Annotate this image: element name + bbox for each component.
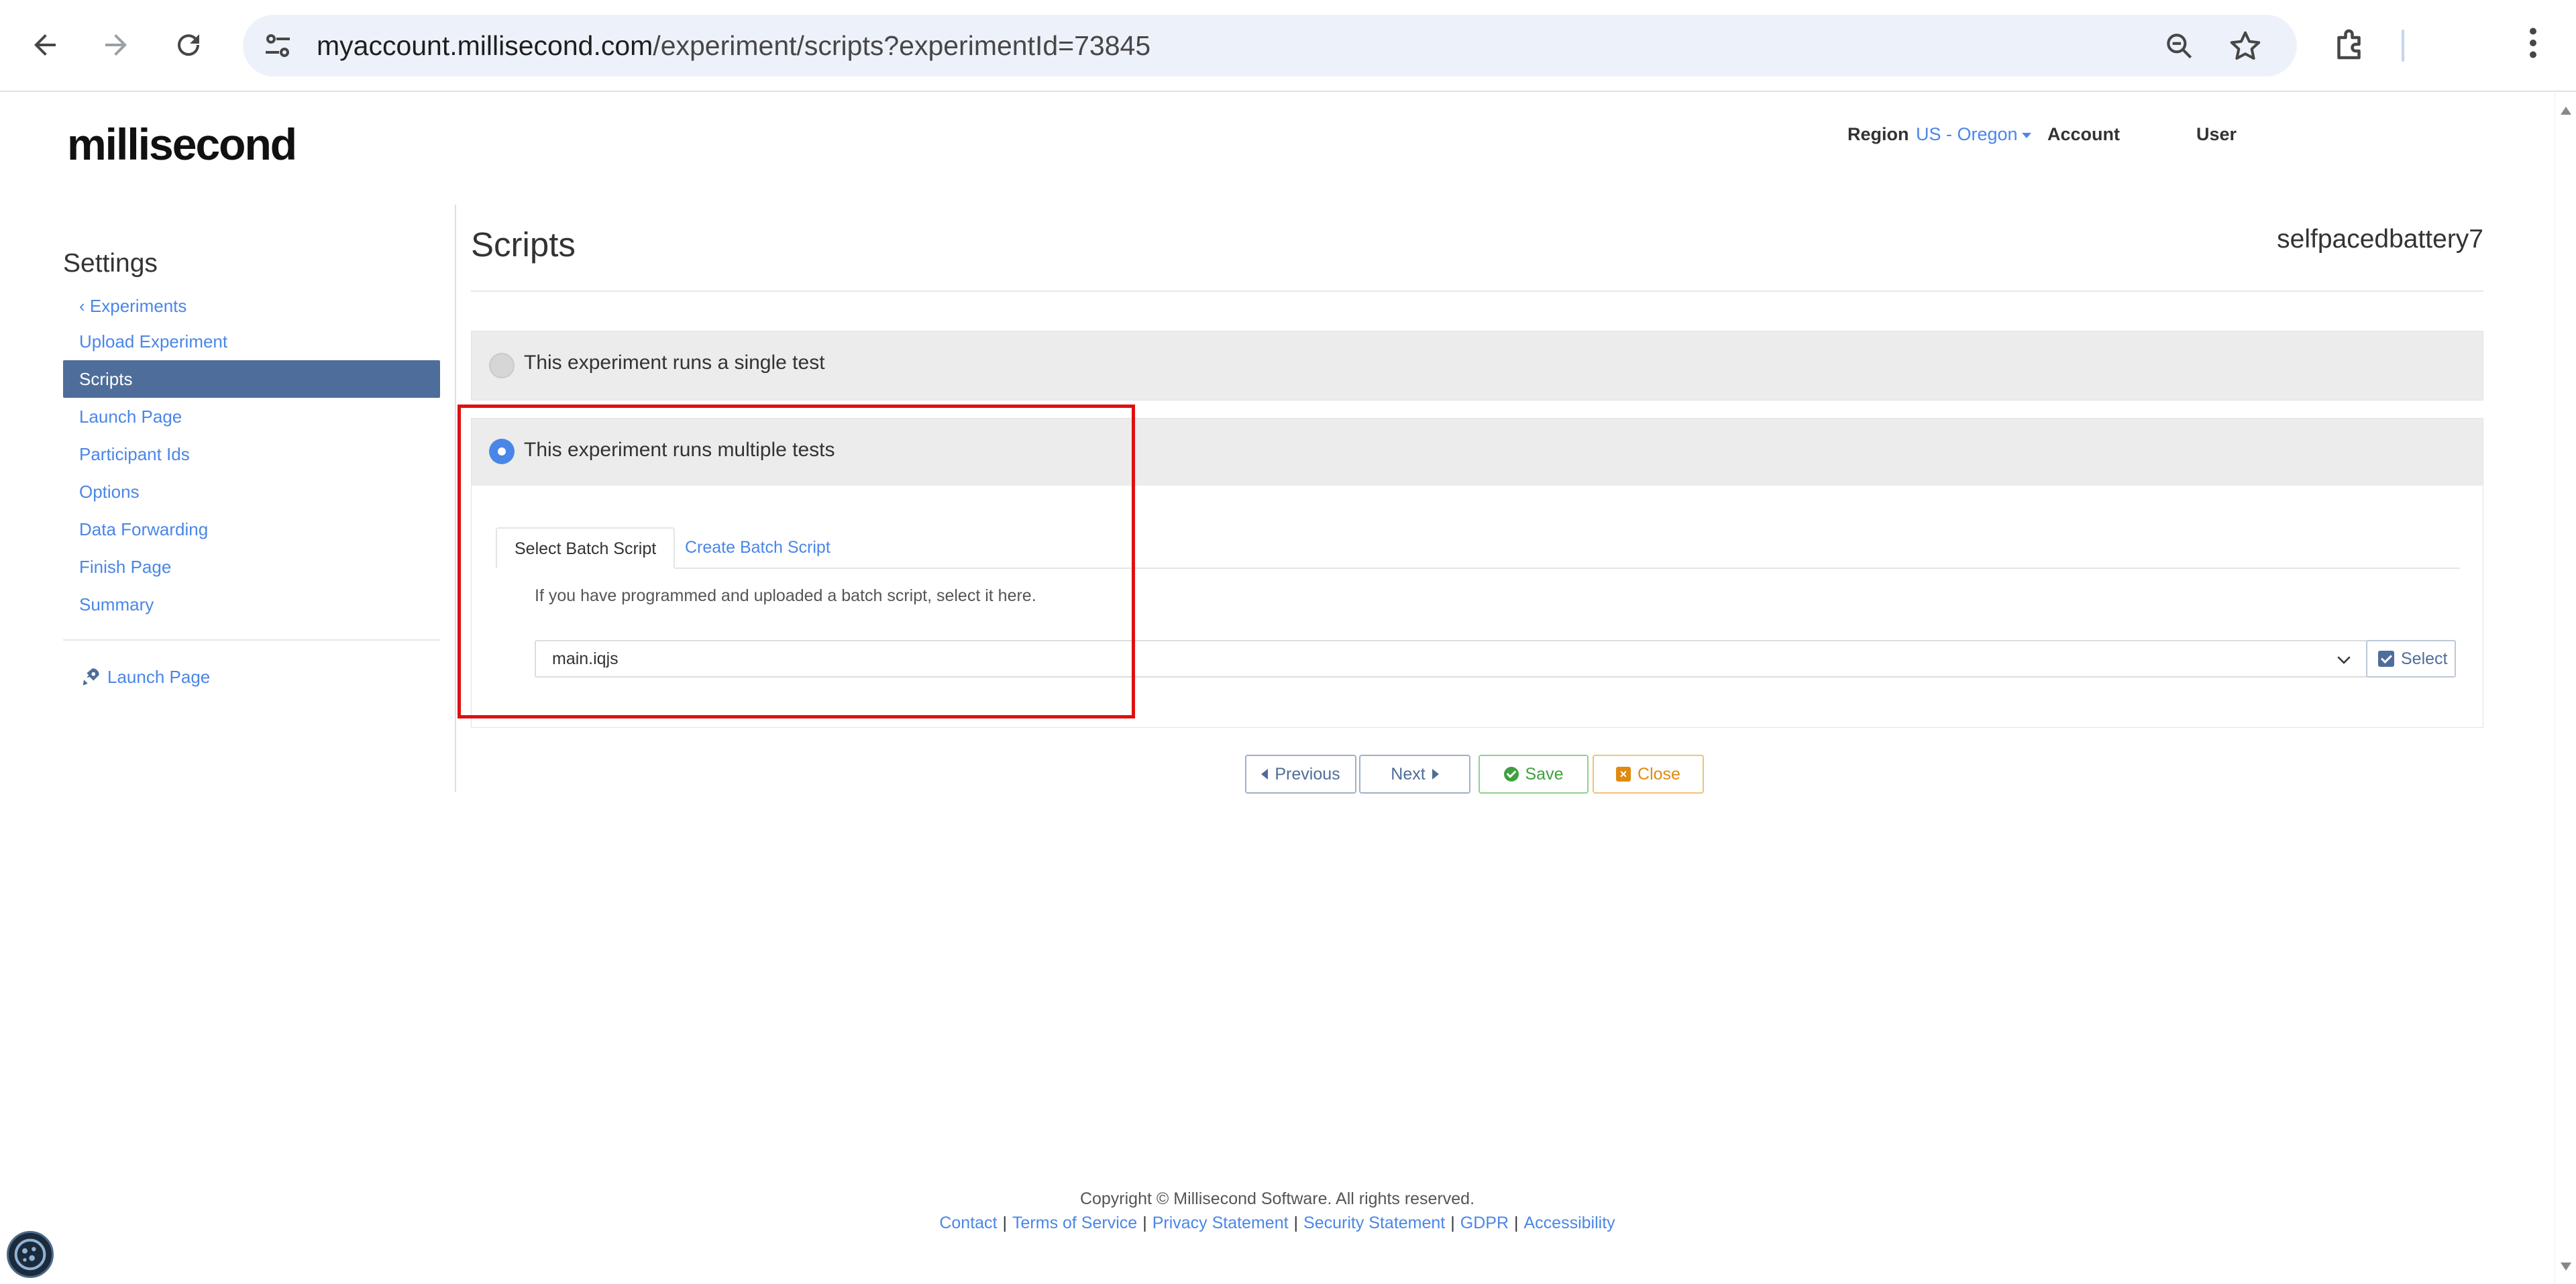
sidebar-title: Settings (63, 249, 158, 278)
experiment-name: selfpacedbattery7 (2277, 225, 2483, 254)
select-button-label: Select (2401, 649, 2448, 668)
tab-create-batch-script[interactable]: Create Batch Script (667, 527, 848, 569)
previous-button[interactable]: Previous (1245, 755, 1356, 794)
address-bar[interactable]: myaccount.millisecond.com/experiment/scr… (243, 15, 2297, 76)
url-path: /experiment/scripts?experimentId=73845 (653, 30, 1151, 61)
rocket-icon (83, 668, 99, 686)
back-to-experiments-link[interactable]: ‹ Experiments (63, 289, 440, 323)
caret-left-icon (1261, 769, 1269, 780)
footer-copyright: Copyright © Millisecond Software. All ri… (1079, 1189, 1475, 1208)
footer-link-accessibility[interactable]: Accessibility (1524, 1214, 1615, 1232)
footer-link-contact[interactable]: Contact (939, 1214, 997, 1232)
logo[interactable]: millisecond (67, 119, 297, 170)
save-label: Save (1525, 765, 1564, 784)
url-host: myaccount.millisecond.com (317, 30, 653, 61)
next-button[interactable]: Next (1359, 755, 1470, 794)
batch-script-tabs: Select Batch Script Create Batch Script (496, 527, 2460, 569)
account-link[interactable]: Account (2047, 117, 2120, 151)
footer-separator: | (1002, 1214, 1008, 1232)
caret-right-icon (1432, 769, 1439, 780)
url-text: myaccount.millisecond.com/experiment/scr… (317, 15, 1150, 76)
page: millisecond Region US - Oregon Account U… (0, 93, 2576, 1284)
option-multiple-tests: This experiment runs multiple tests Sele… (471, 418, 2483, 728)
option-single-label: This experiment runs a single test (524, 352, 825, 374)
check-square-icon (2378, 651, 2394, 667)
footer-separator: | (1514, 1214, 1519, 1232)
back-label: Experiments (89, 296, 187, 316)
sidebar-item-options[interactable]: Options (63, 473, 440, 511)
caret-down-icon (2021, 132, 2031, 138)
scroll-up-icon[interactable] (2561, 107, 2571, 115)
previous-label: Previous (1275, 765, 1340, 784)
region-dropdown[interactable]: US - Oregon (1916, 117, 2031, 151)
extensions-icon[interactable] (2330, 24, 2371, 64)
select-button[interactable]: Select (2366, 640, 2456, 678)
sidebar-item-summary[interactable]: Summary (63, 586, 440, 623)
option-multiple-header[interactable]: This experiment runs multiple tests (472, 419, 2483, 486)
radio-single-test[interactable] (489, 353, 515, 378)
sidebar-item-data-forwarding[interactable]: Data Forwarding (63, 511, 440, 548)
cookie-icon (14, 1238, 46, 1271)
page-title: Scripts (471, 225, 576, 264)
region-value: US - Oregon (1916, 124, 2018, 144)
settings-sidebar: Settings ‹ Experiments Upload Experiment… (63, 249, 440, 696)
sidebar-item-finish-page[interactable]: Finish Page (63, 548, 440, 586)
next-label: Next (1391, 765, 1426, 784)
tab-select-batch-script[interactable]: Select Batch Script (496, 527, 676, 569)
sidebar-item-scripts[interactable]: Scripts (63, 360, 440, 398)
close-label: Close (1638, 765, 1680, 784)
logo-text: millisecond (67, 119, 297, 169)
title-divider (471, 290, 2483, 292)
footer-link-privacy[interactable]: Privacy Statement (1152, 1214, 1289, 1232)
region-label: Region (1847, 124, 1909, 144)
back-button[interactable] (20, 20, 70, 70)
footer-links: Contact | Terms of Service | Privacy Stateme… (0, 1214, 2555, 1233)
forward-icon (105, 34, 127, 56)
option-multiple-label: This experiment runs multiple tests (524, 439, 835, 461)
menu-kebab-icon[interactable] (2513, 23, 2553, 63)
batch-script-value: main.iqjs (552, 649, 619, 668)
chevron-down-icon (2337, 656, 2351, 664)
footer-link-gdpr[interactable]: GDPR (1460, 1214, 1509, 1232)
reload-icon (178, 34, 200, 56)
cookie-settings-button[interactable] (7, 1231, 54, 1278)
scroll-down-icon[interactable] (2561, 1263, 2571, 1271)
footer-link-security[interactable]: Security Statement (1303, 1214, 1445, 1232)
reload-button[interactable] (164, 20, 213, 70)
footer-separator: | (1293, 1214, 1299, 1232)
radio-multiple-tests[interactable] (489, 439, 515, 464)
toolbar-divider (2402, 30, 2404, 62)
sidebar-divider (63, 639, 440, 641)
close-square-icon: × (1616, 767, 1631, 782)
close-button[interactable]: × Close (1593, 755, 1704, 794)
forward-button[interactable] (91, 20, 141, 70)
option-single-test[interactable]: This experiment runs a single test (471, 331, 2483, 400)
chevron-left-icon: ‹ (79, 296, 90, 316)
sidebar-item-participant-ids[interactable]: Participant Ids (63, 435, 440, 473)
launch-page-label: Launch Page (107, 667, 211, 687)
sidebar-divider-vertical (455, 205, 456, 792)
save-button[interactable]: Save (1479, 755, 1589, 794)
sidebar-launch-page-link[interactable]: Launch Page (63, 658, 440, 696)
browser-toolbar: myaccount.millisecond.com/experiment/scr… (0, 0, 2576, 92)
sidebar-item-launch-page[interactable]: Launch Page (63, 398, 440, 435)
back-icon (34, 34, 56, 56)
page-scrollbar[interactable] (2555, 93, 2576, 1284)
footer-separator: | (1142, 1214, 1147, 1232)
batch-script-select[interactable]: main.iqjs (535, 640, 2367, 678)
bookmark-star-icon[interactable] (2227, 28, 2263, 64)
user-link[interactable]: User (2196, 117, 2237, 151)
batch-script-hint: If you have programmed and uploaded a ba… (535, 586, 1036, 605)
sidebar-item-upload-experiment[interactable]: Upload Experiment (63, 323, 440, 360)
footer-separator: | (1450, 1214, 1455, 1232)
footer-link-terms[interactable]: Terms of Service (1012, 1214, 1137, 1232)
site-settings-icon[interactable] (262, 30, 294, 62)
zoom-icon[interactable] (2163, 30, 2196, 63)
check-circle-icon (1503, 767, 1519, 782)
